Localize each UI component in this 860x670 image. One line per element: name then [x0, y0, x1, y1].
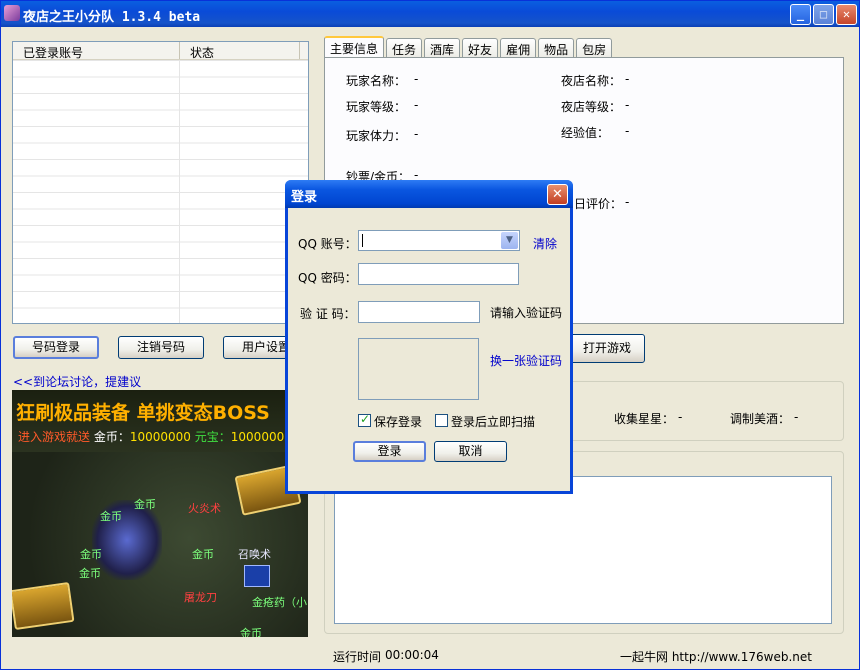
- account-list-header: 已登录账号 状态: [13, 42, 308, 60]
- ad-label: 屠龙刀: [184, 591, 217, 604]
- login-dialog-title-bar[interactable]: 登录 ✕: [285, 180, 573, 208]
- runtime-value: 00:00:04: [385, 648, 439, 662]
- rating-value: -: [625, 195, 630, 209]
- login-dialog: 登录 ✕ QQ 账号： ▼ 清除 QQ 密码： 验 证 码： 请输入验证码 换一…: [285, 180, 573, 494]
- ad-label: 金币: [79, 567, 101, 580]
- account-list[interactable]: 已登录账号 状态: [12, 41, 309, 324]
- club-level-label: 夜店等级：: [561, 100, 622, 114]
- tab-tasks[interactable]: 任务: [386, 38, 423, 58]
- tab-items[interactable]: 物品: [538, 38, 575, 58]
- club-level-value: -: [625, 98, 630, 112]
- stamina-value: -: [414, 127, 419, 141]
- game-ad-banner[interactable]: 狂刷极品装备 单挑变态BOSS 进入游戏就送 金币：10000000 元宝：10…: [12, 390, 308, 637]
- stars-value: -: [678, 410, 683, 424]
- ad-label: 火炎术: [188, 502, 221, 515]
- save-login-label: 保存登录: [374, 415, 423, 429]
- title-bar[interactable]: 夜店之王小分队 1.3.4 beta _ □ ✕: [1, 1, 859, 27]
- ad-subtitle: 进入游戏就送 金币：10000000 元宝：1000000: [18, 428, 284, 445]
- ad-label: 金币: [192, 548, 214, 561]
- spellbook-icon: [244, 565, 270, 587]
- ad-label: 金币: [134, 498, 156, 511]
- ad-sub-4: 元宝：: [194, 430, 231, 444]
- treasure-chest-icon: [12, 582, 75, 630]
- captcha-hint: 请输入验证码: [490, 306, 563, 320]
- player-name-value: -: [414, 72, 419, 86]
- club-name-value: -: [625, 72, 630, 86]
- qq-account-label: QQ 账号：: [298, 237, 357, 251]
- maximize-button[interactable]: □: [813, 4, 834, 25]
- player-level-value: -: [414, 98, 419, 112]
- qq-account-combo[interactable]: ▼: [358, 230, 520, 251]
- login-dialog-title: 登录: [291, 190, 318, 205]
- ad-title: 狂刷极品装备 单挑变态BOSS: [16, 402, 270, 424]
- tab-rooms[interactable]: 包房: [576, 38, 613, 58]
- stamina-label: 玩家体力：: [346, 129, 407, 143]
- qq-password-input[interactable]: [358, 263, 519, 285]
- exp-label: 经验值：: [561, 126, 610, 140]
- ad-label: 召唤术: [238, 548, 271, 561]
- account-list-rows: [13, 60, 308, 323]
- dialog-login-button[interactable]: 登录: [353, 441, 426, 462]
- info-tabs: 主要信息 任务 酒库 好友 雇佣 物品 包房: [324, 36, 614, 58]
- club-name-label: 夜店名称：: [561, 74, 622, 88]
- forum-link[interactable]: <<到论坛讨论，提建议: [13, 373, 141, 390]
- player-level-label: 玩家等级：: [346, 100, 407, 114]
- tab-hire[interactable]: 雇佣: [500, 38, 537, 58]
- log-textbox[interactable]: [334, 476, 832, 624]
- ad-sub-2: 金币：: [93, 430, 130, 444]
- scan-after-login-label: 登录后立即扫描: [451, 415, 536, 429]
- close-button[interactable]: ✕: [836, 4, 857, 25]
- clear-link[interactable]: 清除: [533, 235, 557, 252]
- window-title: 夜店之王小分队 1.3.4 beta: [23, 10, 201, 25]
- website-text: 一起牛网 http://www.176web.net: [620, 650, 812, 664]
- tab-main-info[interactable]: 主要信息: [324, 36, 385, 58]
- ad-sub-5: 1000000: [230, 430, 285, 444]
- ad-label: 金币: [240, 627, 262, 637]
- login-button[interactable]: 号码登录: [13, 336, 99, 359]
- wine-label: 调制美酒：: [730, 412, 791, 426]
- chevron-down-icon[interactable]: ▼: [501, 232, 518, 249]
- scan-after-login-checkbox[interactable]: [435, 414, 448, 427]
- tab-friends[interactable]: 好友: [462, 38, 499, 58]
- runtime-label: 运行时间: [333, 650, 382, 664]
- ad-label: 金币: [100, 510, 122, 523]
- app-icon: [4, 5, 20, 21]
- exp-value: -: [625, 124, 630, 138]
- dialog-cancel-button[interactable]: 取消: [434, 441, 507, 462]
- column-header-status[interactable]: 状态: [180, 42, 300, 60]
- text-caret: [362, 234, 363, 247]
- player-name-label: 玩家名称：: [346, 74, 407, 88]
- captcha-label: 验 证 码：: [300, 307, 356, 321]
- ad-sub-3: 10000000: [129, 430, 191, 444]
- qq-password-label: QQ 密码：: [298, 271, 357, 285]
- login-dialog-close-button[interactable]: ✕: [547, 184, 568, 205]
- ad-label: 金币: [80, 548, 102, 561]
- save-login-checkbox[interactable]: [358, 412, 371, 427]
- tab-wine-cellar[interactable]: 酒库: [424, 38, 461, 58]
- change-captcha-link[interactable]: 换一张验证码: [490, 352, 562, 369]
- stars-label: 收集星星：: [614, 412, 675, 426]
- minimize-button[interactable]: _: [790, 4, 811, 25]
- logout-button[interactable]: 注销号码: [118, 336, 204, 359]
- captcha-image: [358, 338, 479, 400]
- wine-value: -: [794, 410, 799, 424]
- captcha-input[interactable]: [358, 301, 480, 323]
- open-game-button[interactable]: 打开游戏: [569, 334, 645, 363]
- ad-label: 金疮药（小: [252, 596, 307, 609]
- ad-sub-1: 进入游戏就送: [18, 430, 91, 444]
- main-window: 夜店之王小分队 1.3.4 beta _ □ ✕ 已登录账号 状态 号码登录 注…: [0, 0, 860, 670]
- rating-label: 日评价：: [574, 197, 623, 211]
- column-header-account[interactable]: 已登录账号: [13, 42, 180, 60]
